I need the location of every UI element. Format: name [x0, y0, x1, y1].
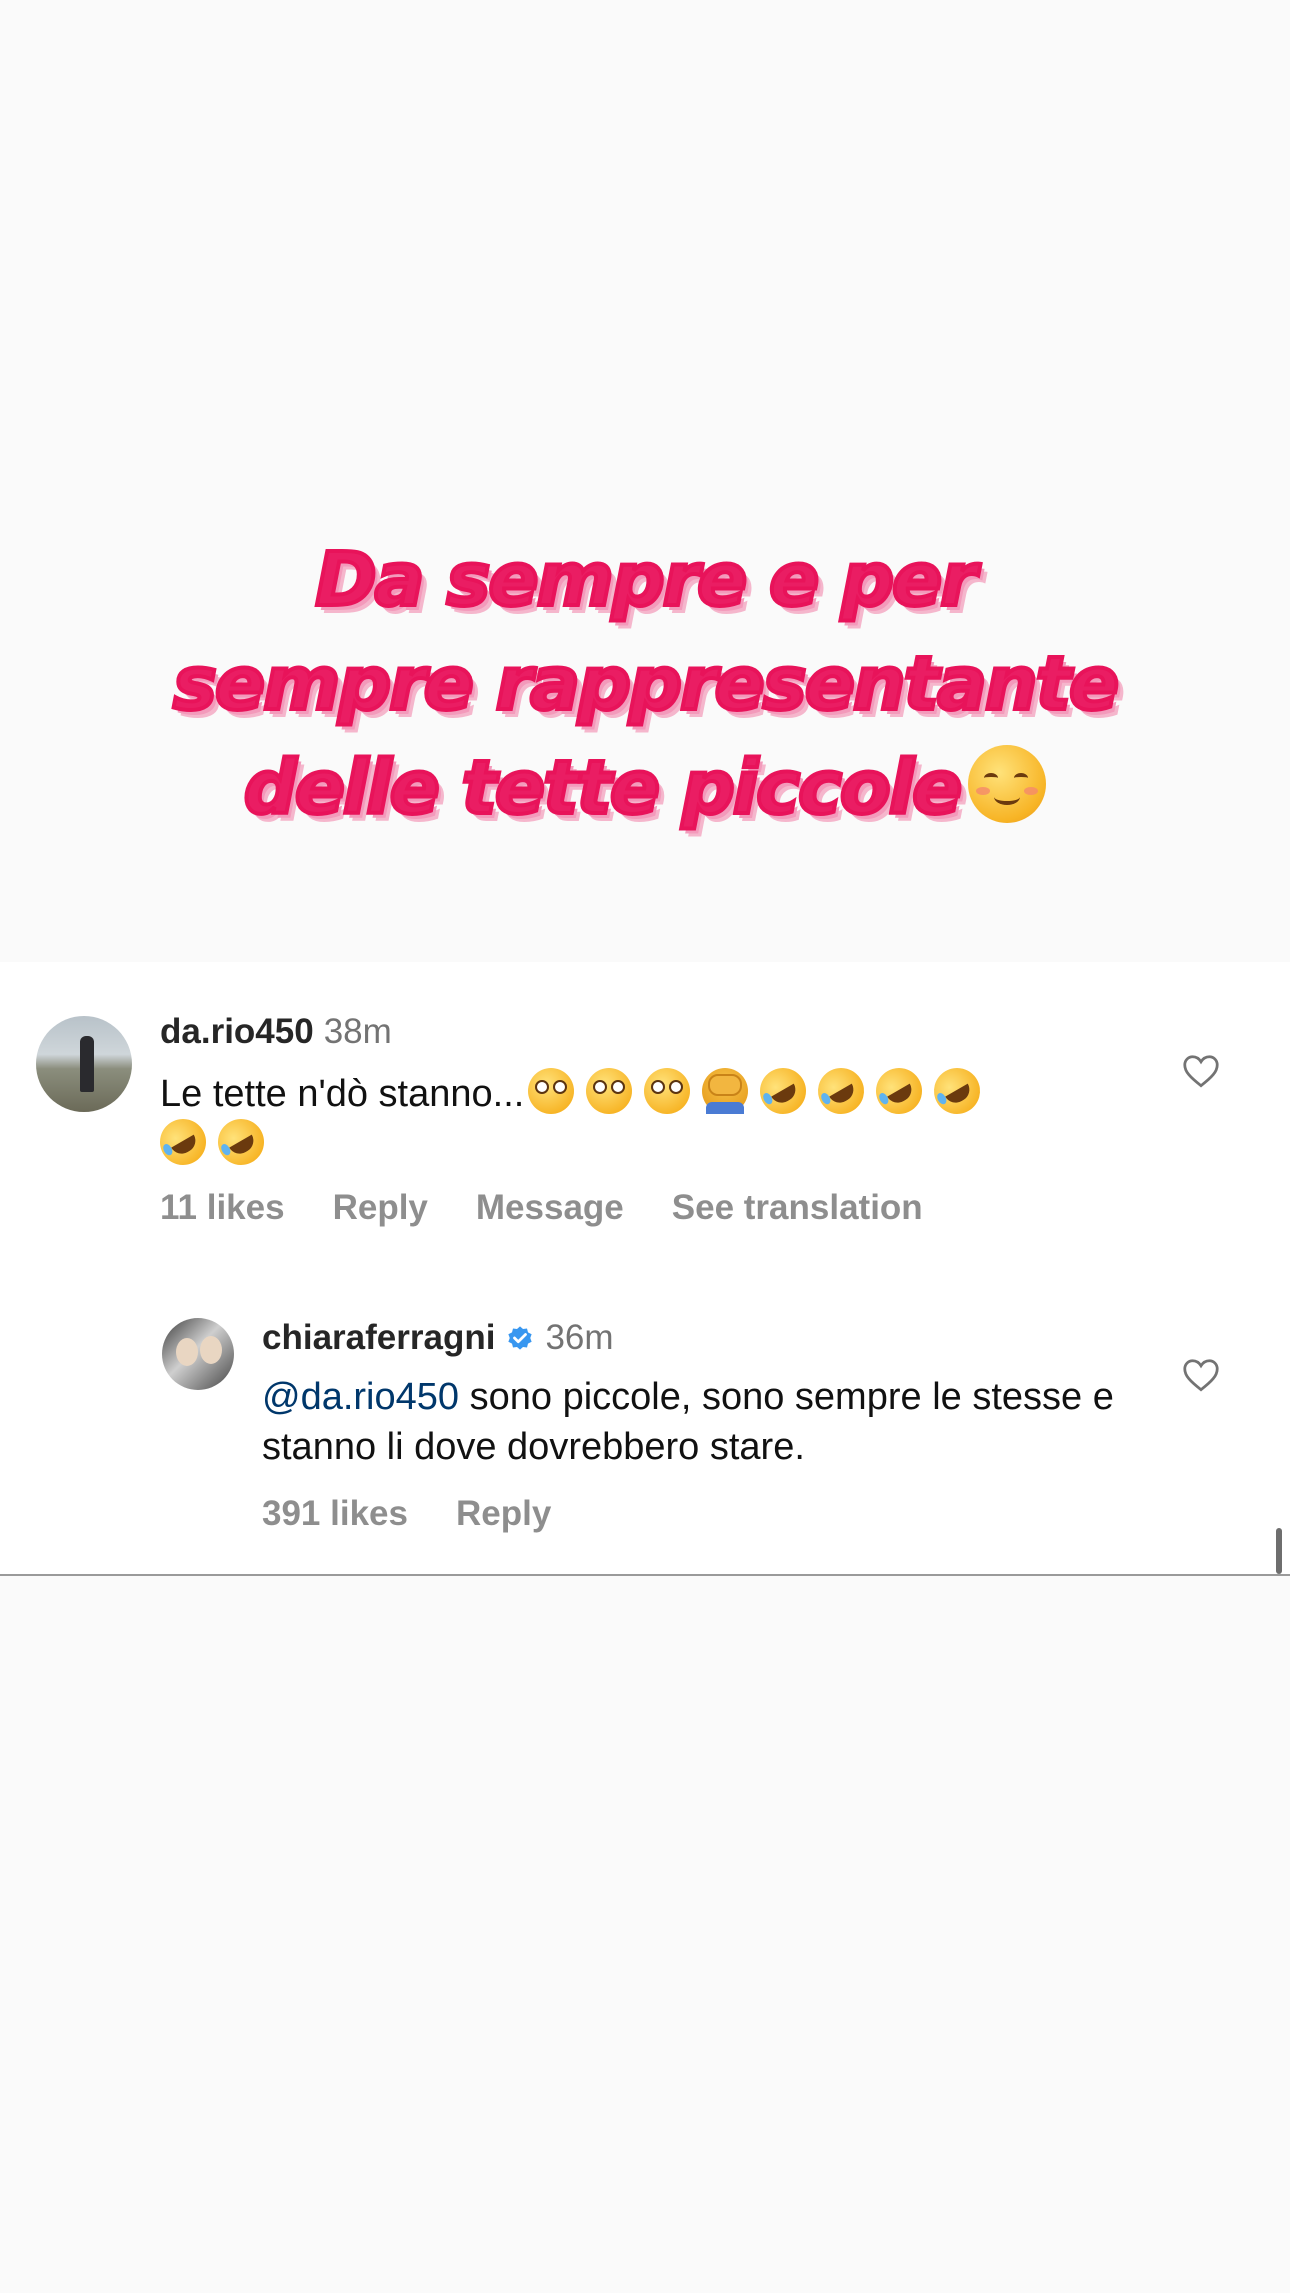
- comment-text: Le tette n'dò stanno...: [151, 1059, 1090, 1174]
- see-translation-button[interactable]: See translation: [672, 1188, 923, 1227]
- rofl-icon: [751, 1059, 815, 1123]
- story-caption: Da sempre e per sempre rappresentante de…: [0, 528, 1290, 840]
- heart-icon[interactable]: [1182, 1054, 1220, 1088]
- message-button[interactable]: Message: [476, 1188, 624, 1227]
- caption-line-1: Da sempre e per: [313, 535, 979, 625]
- rofl-icon: [809, 1059, 873, 1123]
- rofl-icon: [867, 1059, 931, 1123]
- verified-badge-icon: [508, 1326, 533, 1350]
- man-facepalming-icon: [702, 1068, 749, 1114]
- scrollbar[interactable]: [1276, 1528, 1282, 1574]
- reply-button[interactable]: Reply: [333, 1188, 428, 1227]
- rofl-icon: [151, 1110, 215, 1174]
- comment-actions: 11 likes Reply Message See translation: [160, 1188, 971, 1228]
- caption-line-3: delle tette piccole: [0, 736, 1290, 840]
- comment-text: @da.rio450 sono piccole, sono sempre le …: [262, 1372, 1122, 1472]
- comments-panel: da.rio450 38m Le tette n'dò stanno... 11 …: [0, 962, 1290, 1576]
- username[interactable]: da.rio450: [160, 1012, 314, 1051]
- username[interactable]: chiaraferragni: [262, 1318, 495, 1357]
- flushed-face-icon: [528, 1068, 575, 1114]
- smiling-face-icon: [968, 745, 1047, 823]
- likes-count[interactable]: 391 likes: [262, 1494, 408, 1533]
- avatar[interactable]: [36, 1016, 132, 1112]
- comment-body: Le tette n'dò stanno...: [160, 1073, 525, 1115]
- flushed-face-icon: [644, 1068, 691, 1114]
- heart-icon[interactable]: [1182, 1358, 1220, 1392]
- avatar[interactable]: [162, 1318, 234, 1390]
- caption-line-3-text: delle tette piccole: [242, 743, 965, 833]
- comment-time: 36m: [545, 1318, 614, 1357]
- comment-header: da.rio450 38m: [160, 1012, 392, 1052]
- reply-button[interactable]: Reply: [456, 1494, 551, 1533]
- comment-actions: 391 likes Reply: [262, 1494, 599, 1534]
- mention-link[interactable]: @da.rio450: [262, 1376, 459, 1418]
- rofl-icon: [925, 1059, 989, 1123]
- flushed-face-icon: [586, 1068, 633, 1114]
- comment-header: chiaraferragni 36m: [262, 1318, 614, 1358]
- comment-time: 38m: [323, 1012, 392, 1051]
- rofl-icon: [209, 1110, 273, 1174]
- caption-line-2: sempre rappresentante: [171, 639, 1121, 729]
- likes-count[interactable]: 11 likes: [160, 1188, 285, 1227]
